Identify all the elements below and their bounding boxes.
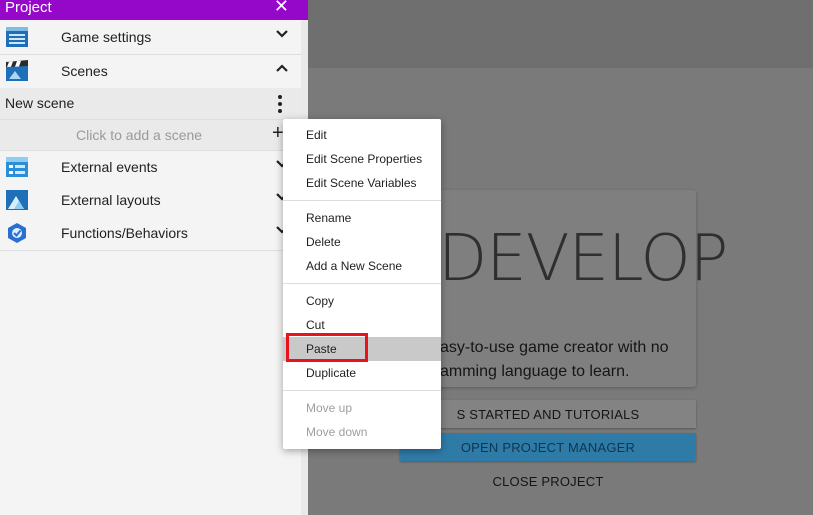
open-project-manager-button[interactable]: OPEN PROJECT MANAGER bbox=[400, 433, 696, 461]
menu-item-duplicate[interactable]: Duplicate bbox=[283, 361, 441, 385]
external-events-icon bbox=[5, 156, 29, 178]
menu-separator bbox=[283, 200, 441, 201]
menu-item-rename[interactable]: Rename bbox=[283, 206, 441, 230]
add-scene-row[interactable]: Click to add a scene + bbox=[0, 120, 301, 151]
scene-item-new-scene[interactable]: New scene bbox=[0, 88, 301, 120]
close-icon[interactable]: ✕ bbox=[274, 0, 289, 15]
more-vertical-icon[interactable] bbox=[276, 94, 284, 114]
menu-separator bbox=[283, 390, 441, 391]
start-headline: DEVELOP bbox=[438, 222, 728, 296]
game-settings-icon bbox=[5, 26, 29, 48]
chevron-up-icon[interactable] bbox=[275, 62, 289, 76]
section-label: Functions/Behaviors bbox=[61, 225, 188, 241]
section-game-settings[interactable]: Game settings bbox=[0, 21, 301, 55]
section-label: External events bbox=[61, 159, 158, 175]
tagline-line-2: amming language to learn. bbox=[440, 363, 630, 380]
menu-item-label: Add a New Scene bbox=[306, 259, 403, 273]
menu-item-edit-scene-properties[interactable]: Edit Scene Properties bbox=[283, 147, 441, 171]
start-tagline: asy-to-use game creator with no amming l… bbox=[440, 336, 690, 384]
context-menu: Edit Edit Scene Properties Edit Scene Va… bbox=[283, 119, 441, 449]
annotation-highlight-box bbox=[286, 333, 368, 362]
section-label: Game settings bbox=[61, 29, 152, 45]
menu-item-edit-scene-variables[interactable]: Edit Scene Variables bbox=[283, 171, 441, 195]
close-project-button[interactable]: CLOSE PROJECT bbox=[400, 467, 696, 495]
section-label: Scenes bbox=[61, 63, 108, 79]
add-scene-label: Click to add a scene bbox=[76, 127, 203, 143]
section-functions-behaviors[interactable]: Functions/Behaviors bbox=[0, 217, 301, 251]
menu-item-label: Move up bbox=[306, 401, 353, 415]
plus-icon[interactable]: + bbox=[272, 122, 284, 145]
toolbar-area bbox=[308, 0, 813, 68]
menu-item-label: Move down bbox=[306, 425, 368, 439]
panel-title-bar: Project ✕ bbox=[0, 0, 308, 20]
scene-name: New scene bbox=[5, 95, 75, 111]
external-layouts-icon bbox=[5, 189, 29, 211]
section-label: External layouts bbox=[61, 192, 161, 208]
menu-item-label: Delete bbox=[306, 235, 341, 249]
menu-item-move-down: Move down bbox=[283, 420, 441, 444]
tutorials-button[interactable]: S STARTED AND TUTORIALS bbox=[400, 400, 696, 428]
menu-item-label: Rename bbox=[306, 211, 352, 225]
chevron-down-icon[interactable] bbox=[275, 28, 289, 42]
menu-item-label: Cut bbox=[306, 318, 325, 332]
menu-item-label: Edit Scene Properties bbox=[306, 152, 423, 166]
section-external-layouts[interactable]: External layouts bbox=[0, 184, 301, 218]
menu-item-move-up: Move up bbox=[283, 396, 441, 420]
menu-item-label: Edit Scene Variables bbox=[306, 176, 417, 190]
section-external-events[interactable]: External events bbox=[0, 151, 301, 185]
menu-item-delete[interactable]: Delete bbox=[283, 230, 441, 254]
project-panel: Project ✕ Game settings Scenes New scene… bbox=[0, 0, 308, 515]
menu-item-label: Edit bbox=[306, 128, 327, 142]
panel-title: Project bbox=[5, 0, 52, 16]
scenes-icon bbox=[5, 60, 29, 82]
tagline-line-1: asy-to-use game creator with no bbox=[440, 339, 669, 356]
functions-behaviors-icon bbox=[5, 222, 29, 244]
menu-item-add-new-scene[interactable]: Add a New Scene bbox=[283, 254, 441, 278]
menu-separator bbox=[283, 283, 441, 284]
section-scenes[interactable]: Scenes bbox=[0, 55, 301, 89]
menu-item-label: Copy bbox=[306, 294, 335, 308]
menu-item-copy[interactable]: Copy bbox=[283, 289, 441, 313]
menu-item-label: Duplicate bbox=[306, 366, 357, 380]
menu-item-edit[interactable]: Edit bbox=[283, 123, 441, 147]
